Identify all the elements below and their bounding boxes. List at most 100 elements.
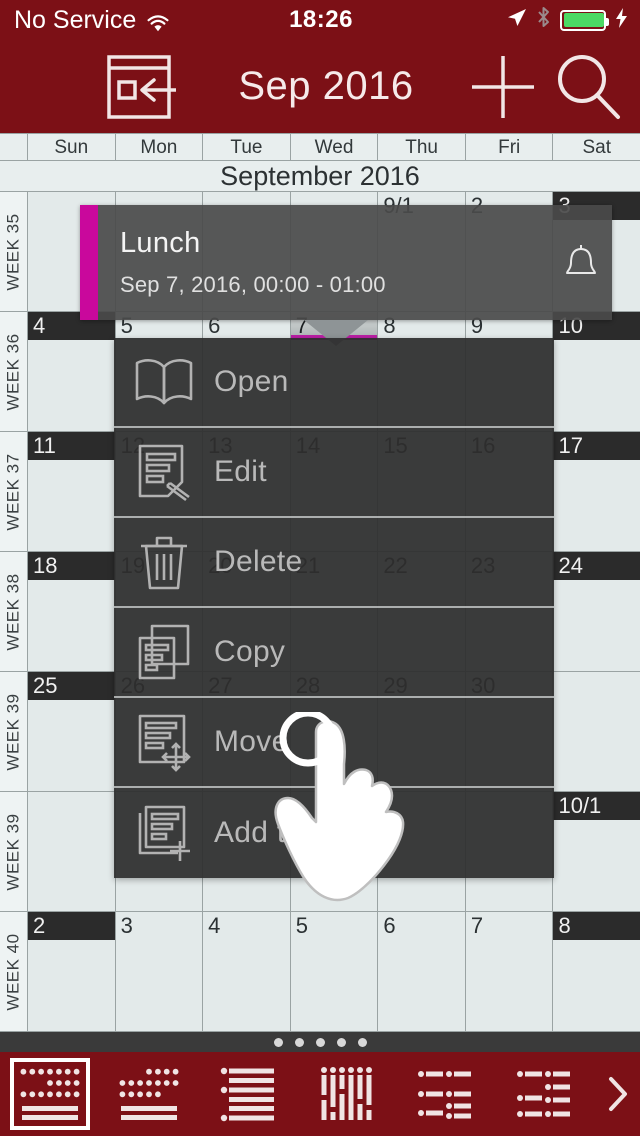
go-to-date-icon[interactable] [106, 54, 178, 120]
week-number-text: WEEK 39 [3, 692, 23, 771]
calendar-day-cell[interactable]: 11 [28, 432, 116, 551]
day-number: 4 [208, 913, 221, 938]
day-number [28, 792, 115, 820]
hamburger-menu-icon[interactable] [16, 65, 80, 109]
day-number: 18 [28, 552, 115, 580]
week-number-text: WEEK 35 [3, 212, 23, 291]
context-menu-item-delete[interactable]: Delete [114, 518, 554, 608]
weekday-header-sat: Sat [582, 137, 612, 158]
calendar-week-row: WEEK 40 2 3 4 5 6 7 8 [0, 912, 640, 1032]
calendar-day-cell[interactable]: 7 [465, 912, 554, 1031]
calendar-day-cell[interactable]: 25 [28, 672, 116, 791]
calendar-day-cell[interactable]: 18 [28, 552, 116, 671]
day-number [553, 672, 640, 700]
week-number-text: WEEK 37 [3, 452, 23, 531]
event-color-accent [80, 205, 98, 320]
toolbar-view-list-rows[interactable] [199, 1052, 298, 1136]
day-number: 5 [295, 913, 308, 938]
calendar-day-cell[interactable]: 10/1 [553, 792, 640, 911]
day-number: 24 [553, 552, 640, 580]
day-number: 11 [28, 432, 115, 460]
week-number-label: WEEK 37 [0, 432, 28, 551]
context-menu-item-add-to[interactable]: Add to [114, 788, 554, 878]
location-arrow-icon [506, 6, 527, 35]
weekday-header-corner [0, 134, 28, 160]
status-bar: No Service 18:26 [0, 0, 640, 40]
context-menu-item-open[interactable]: Open [114, 338, 554, 428]
context-menu-item-move[interactable]: Move [114, 698, 554, 788]
bluetooth-icon [536, 6, 551, 35]
event-context-menu: Open Edit Delete Copy Move Add to [114, 338, 554, 878]
calendar-day-cell[interactable]: 4 [203, 912, 291, 1031]
month-label: September 2016 [0, 161, 640, 192]
weekday-header-row: Sun Mon Tue Wed Thu Fri Sat [0, 133, 640, 161]
trash-can-icon [114, 532, 214, 592]
agenda-detail-icon [506, 1058, 586, 1130]
status-bar-right [353, 6, 640, 35]
weekday-header-thu: Thu [378, 134, 466, 160]
weekday-header-fri: Fri [466, 134, 554, 160]
calendar-day-cell[interactable]: 4 [28, 312, 116, 431]
toolbar-view-agenda-two[interactable] [397, 1052, 496, 1136]
calendar-day-cell[interactable]: 10 [553, 312, 640, 431]
page-dot[interactable] [315, 1037, 325, 1047]
week-number-text: WEEK 40 [3, 932, 23, 1011]
event-detail-popup[interactable]: Lunch Sep 7, 2016, 00:00 - 01:00 [80, 205, 612, 320]
event-title: Lunch [120, 227, 201, 259]
list-rows-icon [208, 1058, 288, 1130]
day-number: 6 [383, 913, 396, 938]
agenda-two-col-icon [407, 1058, 487, 1130]
context-menu-item-edit[interactable]: Edit [114, 428, 554, 518]
context-menu-item-label: Delete [214, 545, 303, 578]
context-menu-item-label: Edit [214, 455, 267, 488]
chevron-right-icon[interactable] [596, 1075, 640, 1113]
charging-bolt-icon [615, 6, 628, 35]
calendar-app-screen: No Service 18:26 Sep 2016 Sun Mon Tue We… [0, 0, 640, 1136]
carrier-label: No Service [14, 5, 137, 34]
battery-icon [560, 9, 610, 31]
calendar-day-cell[interactable]: 5 [290, 912, 379, 1031]
toolbar-view-agenda-detail[interactable] [497, 1052, 596, 1136]
search-magnifier-icon[interactable] [552, 51, 624, 123]
calendar-day-cell[interactable] [553, 672, 640, 791]
week-number-label: WEEK 40 [0, 912, 28, 1031]
status-bar-clock: 18:26 [289, 6, 353, 33]
toolbar-view-month-grid[interactable] [0, 1052, 99, 1136]
calendar-day-cell[interactable]: 17 [553, 432, 640, 551]
calendar-day-cell[interactable]: 6 [378, 912, 466, 1031]
calendar-day-cell[interactable] [28, 792, 116, 911]
context-menu-item-copy[interactable]: Copy [114, 608, 554, 698]
document-move-arrows-icon [114, 712, 214, 772]
day-number: 3 [120, 913, 133, 938]
calendar-day-cell[interactable]: 2 [28, 912, 116, 1031]
page-indicator-dots [0, 1032, 640, 1052]
week-columns-icon [308, 1058, 388, 1130]
day-number: 25 [28, 672, 115, 700]
month-compact-icon [109, 1058, 189, 1130]
week-number-label: WEEK 39 [0, 672, 28, 791]
page-dot[interactable] [357, 1037, 367, 1047]
calendar-day-cell[interactable]: 24 [553, 552, 640, 671]
plus-icon[interactable] [468, 52, 538, 122]
week-number-label: WEEK 39 [0, 792, 28, 911]
page-title: Sep 2016 [238, 64, 414, 108]
toolbar-view-month-compact[interactable] [99, 1052, 198, 1136]
month-grid-icon [9, 1058, 90, 1130]
toolbar-view-week-columns[interactable] [298, 1052, 397, 1136]
day-number: 7 [470, 913, 484, 938]
day-number: 10/1 [553, 792, 640, 820]
event-popup-body: Lunch Sep 7, 2016, 00:00 - 01:00 [98, 205, 550, 320]
open-book-icon [114, 355, 214, 409]
calendar-day-cell[interactable]: 3 [115, 912, 204, 1031]
week-day-cells: 23 4 5 6 7 8 [28, 912, 640, 1031]
wifi-icon [146, 11, 170, 32]
page-dot[interactable] [336, 1037, 346, 1047]
context-menu-item-label: Add to [214, 816, 303, 849]
week-number-text: WEEK 39 [3, 812, 23, 891]
page-dot[interactable] [294, 1037, 304, 1047]
page-dot[interactable] [273, 1037, 283, 1047]
week-number-text: WEEK 36 [3, 332, 23, 411]
weekday-header-tue: Tue [203, 134, 291, 160]
calendar-day-cell[interactable]: 8 [553, 912, 640, 1031]
week-number-text: WEEK 38 [3, 572, 23, 651]
